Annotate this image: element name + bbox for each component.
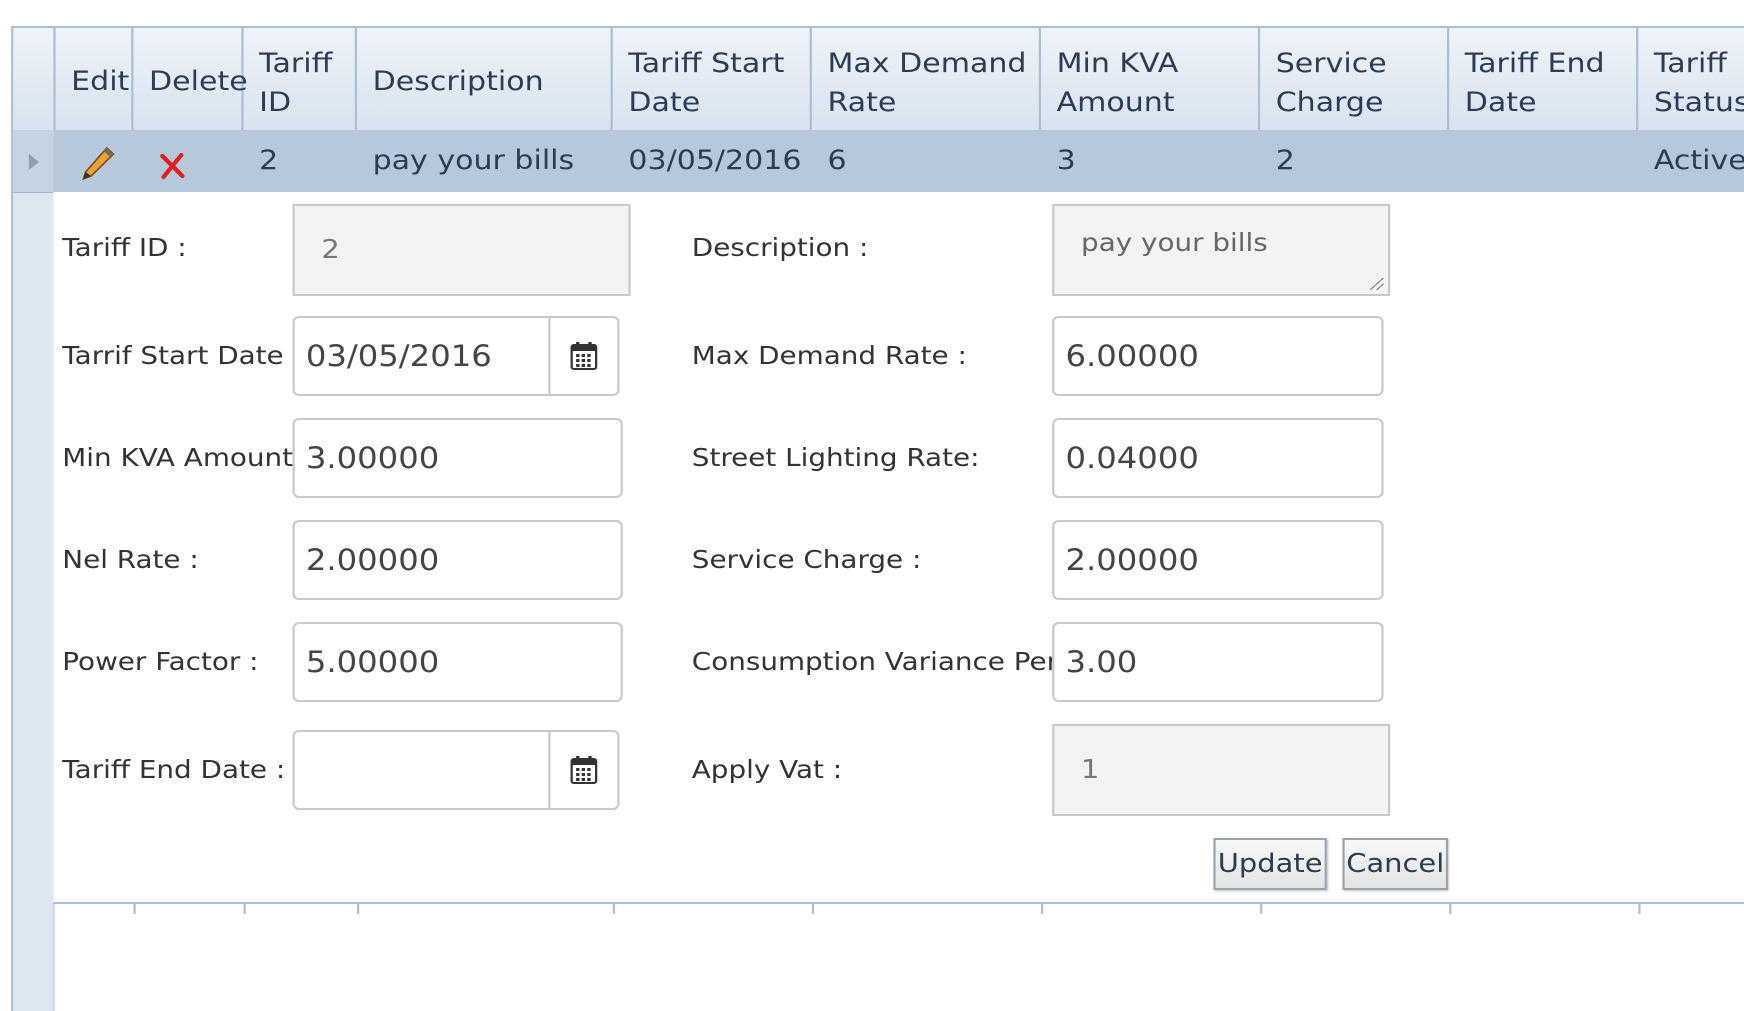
header-service-line1: Service [1275, 48, 1387, 79]
header-maxdemand-line2: Rate [827, 87, 897, 118]
header-tariff-id-line1: Tariff [259, 48, 333, 79]
tariff-grid: Edit Delete Tariff ID Description Tariff… [11, 26, 1744, 1011]
header-tariff-end-date[interactable]: Tariff End Date [1449, 28, 1639, 130]
calendar-icon [570, 756, 598, 784]
next-row-border [53, 902, 1744, 904]
description-text: pay your bills [1081, 228, 1268, 257]
column-divider [357, 904, 360, 914]
row-min-kva-amount: 3 [1056, 145, 1076, 176]
min-kva-amount-label: Min KVA Amount [62, 443, 294, 472]
header-edit[interactable]: Edit [56, 28, 134, 130]
row-arrow-icon [28, 154, 39, 170]
header-tariff-id-line2: ID [259, 87, 292, 118]
header-start-date[interactable]: Tariff Start Date [613, 28, 812, 130]
row-end-date [1449, 130, 1465, 192]
red-x-icon[interactable] [158, 152, 187, 180]
column-divider [612, 904, 616, 914]
header-minkva-line1: Min KVA [1056, 48, 1179, 79]
power-factor-input[interactable]: 5.00000 [292, 622, 623, 702]
row-service-charge: 2 [1275, 145, 1295, 176]
header-max-demand-rate[interactable]: Max Demand Rate [812, 28, 1042, 130]
description-label: Description : [691, 233, 869, 262]
power-factor-label: Power Factor : [62, 647, 259, 676]
header-indicator-cell [13, 28, 56, 130]
street-lighting-rate-input[interactable]: 0.04000 [1052, 418, 1384, 498]
header-minkva-line2: Amount [1056, 87, 1175, 118]
column-divider [811, 904, 815, 914]
description-textarea[interactable]: pay your bills [1052, 204, 1391, 296]
nel-rate-input[interactable]: 2.00000 [292, 520, 623, 600]
header-min-kva-amount[interactable]: Min KVA Amount [1041, 28, 1261, 130]
end-date-label: Tariff End Date : [62, 755, 286, 784]
header-delete[interactable]: Delete [133, 28, 248, 130]
start-date-picker[interactable]: 03/05/2016 [292, 316, 620, 396]
nel-rate-label: Nel Rate : [62, 545, 199, 574]
start-date-calendar-button[interactable] [548, 318, 617, 394]
calendar-icon [570, 342, 598, 370]
tariff-id-label: Tariff ID : [62, 233, 187, 262]
apply-vat-field[interactable]: 1 [1052, 724, 1391, 816]
header-end-line1: Tariff End [1464, 48, 1605, 79]
header-maxdemand-line1: Max Demand [827, 48, 1027, 79]
header-tariff-id[interactable]: Tariff ID [244, 28, 358, 130]
edit-form: Tariff ID : 2 Description : pay your bil… [53, 192, 1744, 902]
column-divider [1041, 904, 1044, 914]
row-description: pay your bills [372, 145, 575, 176]
service-charge-label: Service Charge : [691, 545, 922, 574]
start-date-input[interactable]: 03/05/2016 [306, 318, 492, 394]
column-divider [133, 904, 136, 914]
service-charge-input[interactable]: 2.00000 [1052, 520, 1384, 600]
row-tariff-id: 2 [259, 145, 279, 176]
consumption-variance-label: Consumption Variance Perc [691, 647, 1073, 676]
row-indicator-column [13, 130, 55, 1011]
header-status-line2: Status [1653, 87, 1744, 118]
header-service-charge[interactable]: Service Charge [1260, 28, 1450, 130]
tariff-id-field[interactable]: 2 [292, 204, 631, 296]
header-start-line1: Tariff Start [628, 48, 785, 79]
cancel-button[interactable]: Cancel [1342, 838, 1449, 890]
max-demand-rate-input[interactable]: 6.00000 [1052, 316, 1384, 396]
header-end-line2: Date [1464, 87, 1537, 118]
min-kva-amount-input[interactable]: 3.00000 [292, 418, 623, 498]
header-start-line2: Date [628, 87, 701, 118]
street-lighting-rate-label: Street Lighting Rate: [691, 443, 980, 472]
header-service-line2: Charge [1275, 87, 1384, 118]
start-date-label: Tarrif Start Date : [62, 341, 302, 370]
pencil-icon[interactable] [80, 146, 116, 182]
consumption-variance-input[interactable]: 3.00 [1052, 622, 1384, 702]
resize-handle-icon[interactable] [1370, 278, 1384, 290]
apply-vat-label: Apply Vat : [691, 755, 843, 784]
max-demand-rate-label: Max Demand Rate : [691, 341, 967, 370]
column-divider [1449, 904, 1452, 914]
column-divider [1638, 904, 1641, 914]
row-status: Active [1653, 145, 1744, 176]
row-start-date: 03/05/2016 [628, 145, 802, 176]
header-description[interactable]: Description [357, 28, 613, 130]
update-button[interactable]: Update [1213, 838, 1327, 890]
header-tariff-status[interactable]: Tariff Status [1638, 28, 1744, 130]
end-date-calendar-button[interactable] [548, 732, 617, 808]
row-max-demand-rate: 6 [827, 145, 847, 176]
header-status-line1: Tariff [1653, 48, 1728, 79]
column-divider [243, 904, 246, 914]
column-divider [1260, 904, 1263, 914]
end-date-picker[interactable] [292, 730, 620, 810]
